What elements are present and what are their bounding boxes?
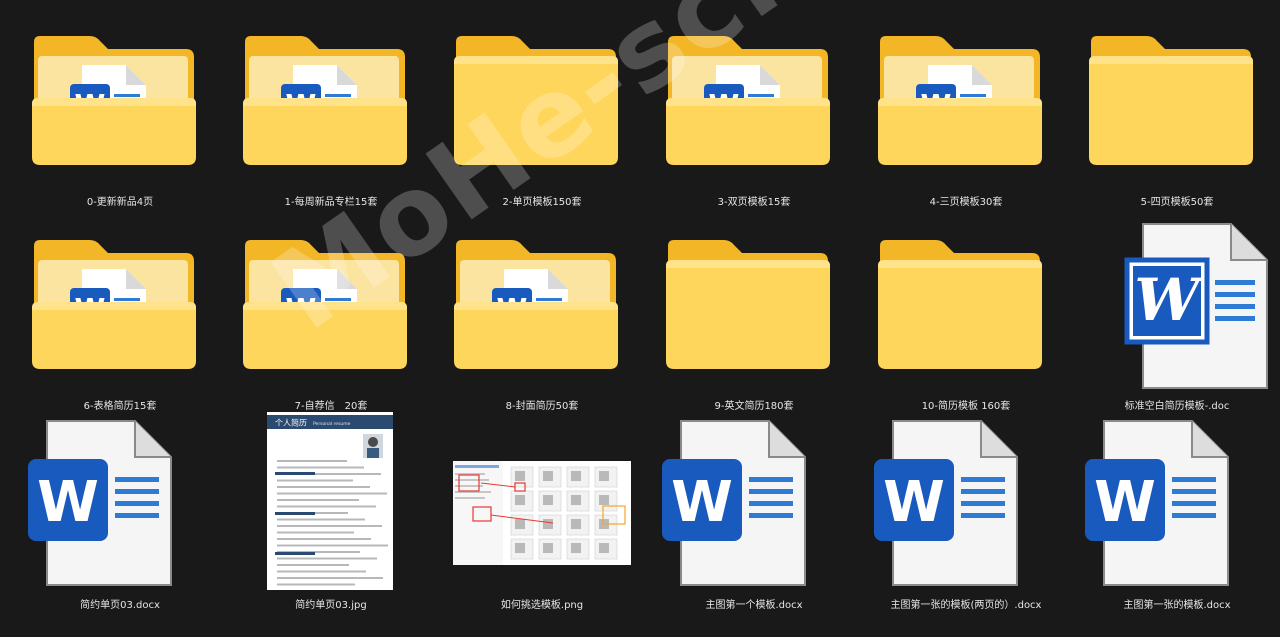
file-name-label: 8-封面简历50套 (505, 401, 579, 412)
svg-text:个人简历: 个人简历 (275, 418, 307, 428)
folder-icon (654, 232, 854, 397)
file-item[interactable]: W 简约单页03.docx (20, 420, 220, 622)
file-name-label: 0-更新新品4页 (86, 197, 154, 208)
file-item[interactable]: W 主图第一张的模板(两页的）.docx (866, 420, 1066, 622)
folder-icon: W (20, 232, 220, 397)
folder-front (878, 98, 1042, 165)
svg-text:W: W (1134, 266, 1204, 334)
image-thumbnail (442, 427, 642, 592)
folder-front (666, 260, 830, 369)
word-doc-icon: W (1077, 223, 1277, 397)
file-name-label: 标准空白简历模板-.doc (1124, 401, 1230, 412)
svg-text:W: W (671, 470, 733, 535)
file-item[interactable]: W 7-自荐信 20套 (231, 232, 431, 427)
file-item[interactable]: W 主图第一张的模板.docx (1077, 420, 1277, 622)
file-name-label: 4-三页模板30套 (929, 197, 1003, 208)
file-item[interactable]: W 1-每周新品专栏15套 (231, 28, 431, 223)
folder-icon (1077, 28, 1277, 193)
file-grid: W 0-更新新品4页 W 1-每周新品专栏15套 2-单页模板150套 (0, 0, 1280, 637)
file-item[interactable]: 9-英文简历180套 (654, 232, 854, 427)
folder-front (454, 302, 618, 369)
word-docx-icon: W (654, 420, 854, 592)
file-item[interactable]: W 8-封面简历50套 (442, 232, 642, 427)
folder-icon: W (20, 28, 220, 193)
file-item[interactable]: 如何挑选模板.png (442, 427, 642, 622)
folder-front (454, 56, 618, 165)
file-name-label: 简约单页03.docx (80, 600, 160, 611)
file-item[interactable]: W 6-表格简历15套 (20, 232, 220, 427)
file-item[interactable]: W 3-双页模板15套 (654, 28, 854, 223)
file-name-label: 9-英文简历180套 (714, 401, 794, 412)
file-name-label: 10-简历模板 160套 (921, 401, 1011, 412)
file-name-label: 主图第一张的模板(两页的）.docx (890, 600, 1042, 611)
folder-front (666, 98, 830, 165)
folder-front (1089, 56, 1253, 165)
word-docx-icon: W (1077, 420, 1277, 592)
image-thumbnail: 个人简历 Personal resume (231, 412, 431, 592)
file-name-label: 2-单页模板150套 (502, 197, 582, 208)
folder-icon: W (231, 232, 431, 397)
word-docx-icon: W (866, 420, 1066, 592)
file-item[interactable]: 10-简历模板 160套 (866, 232, 1066, 427)
file-name-label: 如何挑选模板.png (500, 600, 584, 611)
folder-icon: W (654, 28, 854, 193)
file-item[interactable]: W 主图第一个模板.docx (654, 420, 854, 622)
svg-text:W: W (883, 470, 945, 535)
svg-text:Personal resume: Personal resume (313, 421, 351, 427)
folder-icon (866, 232, 1066, 397)
folder-icon: W (231, 28, 431, 193)
folder-icon (442, 28, 642, 193)
word-docx-icon: W (20, 420, 220, 592)
file-name-label: 1-每周新品专栏15套 (284, 197, 378, 208)
file-item[interactable]: W 4-三页模板30套 (866, 28, 1066, 223)
folder-icon: W (442, 232, 642, 397)
file-name-label: 主图第一张的模板.docx (1123, 600, 1231, 611)
svg-text:W: W (37, 470, 99, 535)
file-item[interactable]: W 0-更新新品4页 (20, 28, 220, 223)
folder-front (243, 302, 407, 369)
folder-front (32, 98, 196, 165)
file-item[interactable]: 2-单页模板150套 (442, 28, 642, 223)
folder-front (32, 302, 196, 369)
file-name-label: 6-表格简历15套 (83, 401, 157, 412)
file-item[interactable]: W 标准空白简历模板-.doc (1077, 223, 1277, 427)
file-name-label: 3-双页模板15套 (717, 197, 791, 208)
file-name-label: 主图第一个模板.docx (705, 600, 803, 611)
file-name-label: 5-四页模板50套 (1140, 197, 1214, 208)
file-item[interactable]: 5-四页模板50套 (1077, 28, 1277, 223)
folder-icon: W (866, 28, 1066, 193)
folder-front (878, 260, 1042, 369)
svg-text:W: W (1094, 470, 1156, 535)
file-name-label: 简约单页03.jpg (295, 600, 367, 611)
folder-front (243, 98, 407, 165)
file-item[interactable]: 个人简历 Personal resume 简约单页03.jpg (231, 412, 431, 622)
